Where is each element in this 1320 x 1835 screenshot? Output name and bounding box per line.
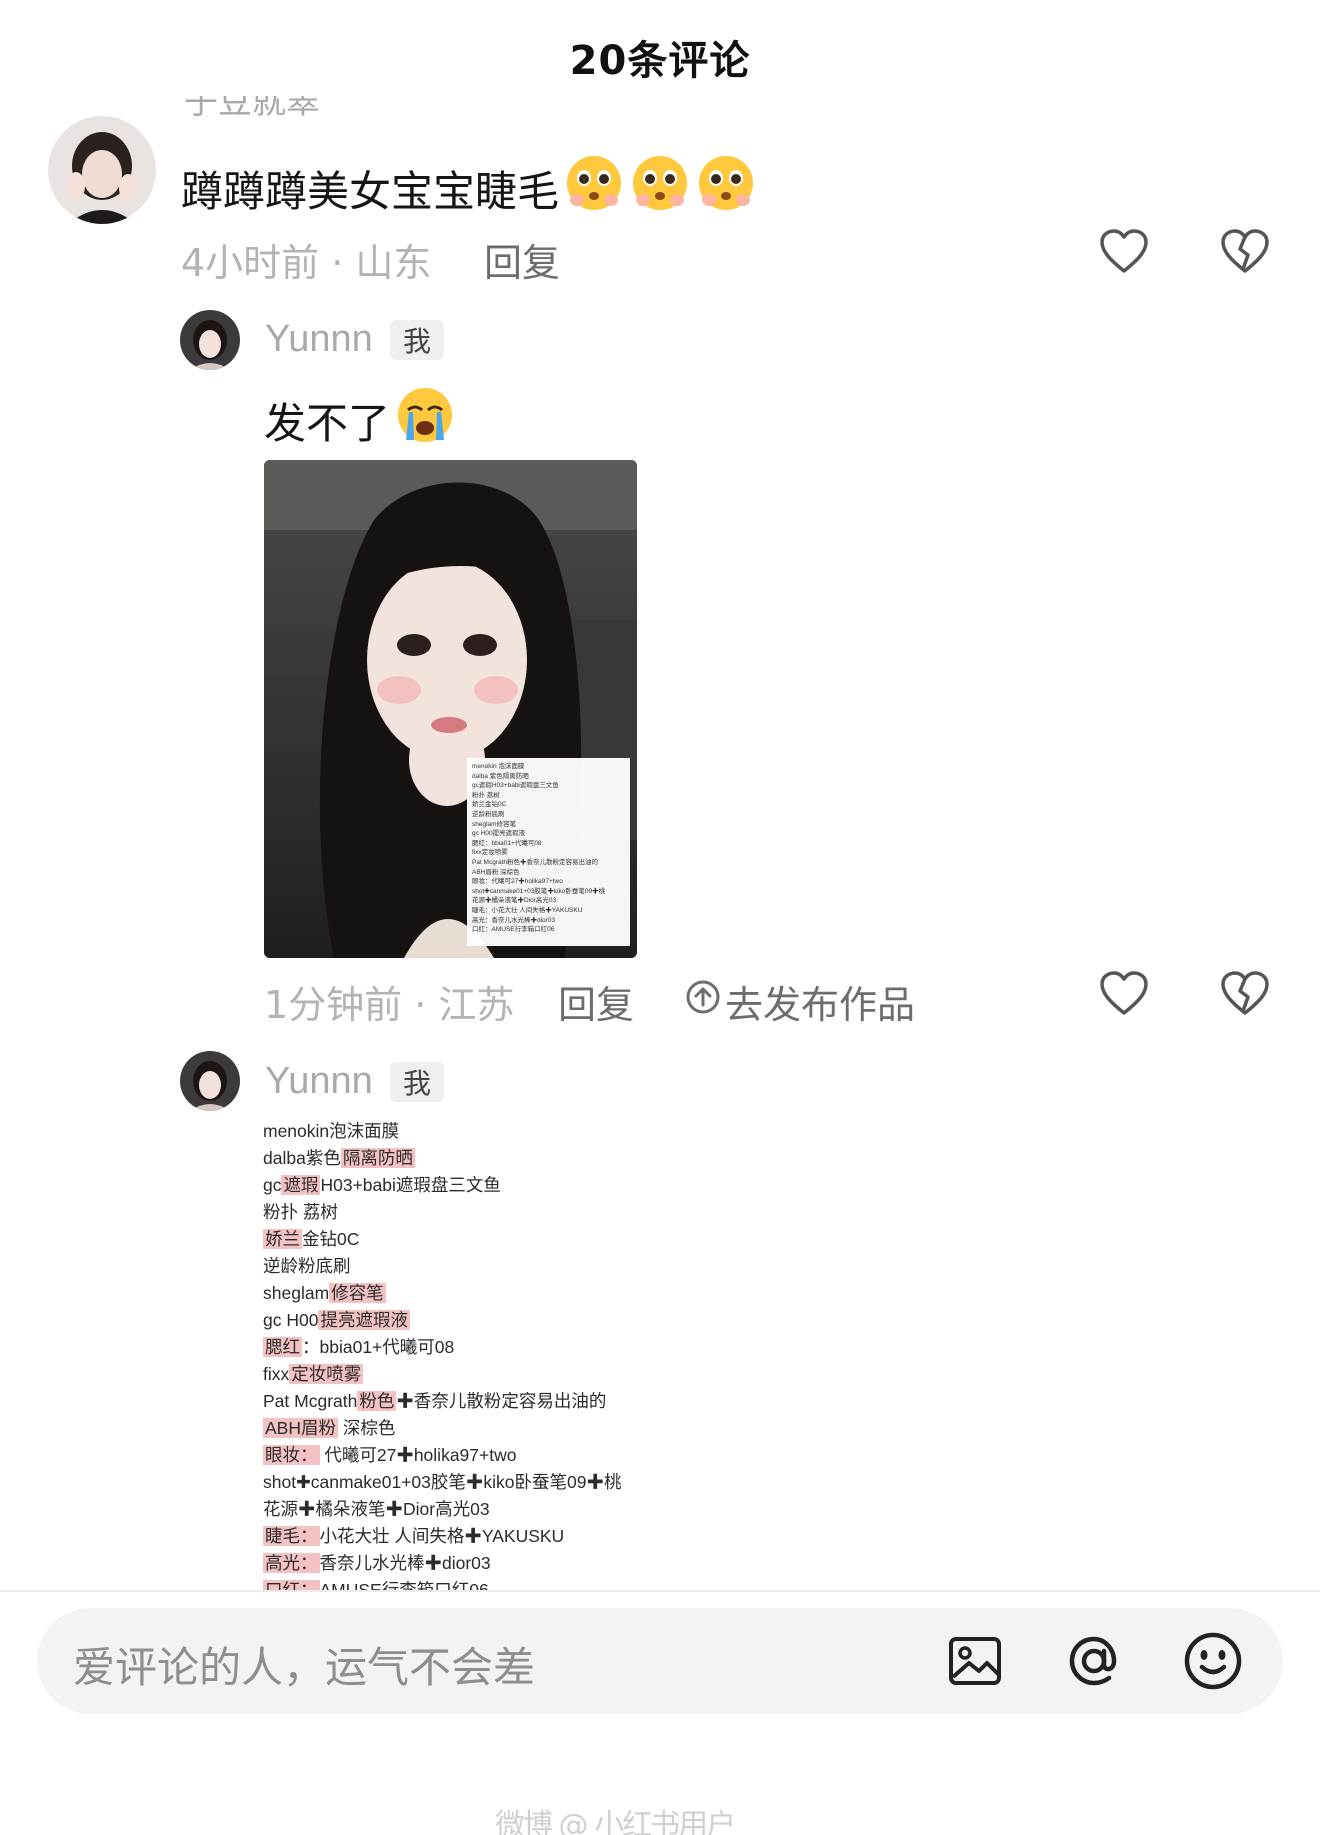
- emoji-smile-icon[interactable]: [1180, 1628, 1246, 1694]
- list-item: 高光： 香奈儿水光棒✚dior03: [263, 1553, 491, 1573]
- list-item: menokin泡沫面膜: [263, 1121, 400, 1141]
- comment-username[interactable]: 子豆就翠: [184, 96, 334, 124]
- heart-outline-icon[interactable]: [1096, 966, 1152, 1022]
- list-item: 逆龄粉底刷: [263, 1256, 351, 1276]
- avatar[interactable]: [180, 1051, 240, 1111]
- list-item: ABH眉粉 深棕色: [263, 1418, 396, 1438]
- emoji-pleading-icon: [563, 152, 625, 224]
- list-item: dalba紫色 隔离防晒: [263, 1148, 415, 1168]
- me-badge: 我: [390, 1062, 444, 1102]
- list-item: shot✚canmake01+03胶笔✚kiko卧蚕笔09✚桃: [263, 1472, 622, 1492]
- reply-button[interactable]: 回复: [558, 974, 634, 1029]
- list-item: 口红： AMUSE行李箱口红06: [263, 1577, 489, 1590]
- list-item: 粉扑 荔树: [263, 1202, 338, 1222]
- reply-button[interactable]: 回复: [484, 232, 560, 287]
- list-item: gc 遮瑕 H03+babi遮瑕盘三文鱼: [263, 1175, 501, 1195]
- reply-image-list[interactable]: menokin泡沫面膜 dalba紫色 隔离防晒 gc 遮瑕 H03+babi遮瑕盘三…: [263, 1118, 639, 1590]
- list-item: 腮红 ：bbia01+代曦可08: [263, 1337, 455, 1357]
- me-badge: 我: [390, 320, 444, 360]
- list-item: fixx 定妆喷雾: [263, 1364, 364, 1384]
- comment-input[interactable]: 爱评论的人，运气不会差: [37, 1608, 1283, 1714]
- reply-photo[interactable]: menokin 泡沫面膜 dalba 紫色隔离防晒 gc遮瑕H03+babi遮瑕…: [264, 460, 637, 958]
- publish-work-link[interactable]: 去发布作品: [685, 974, 915, 1029]
- image-icon[interactable]: [942, 1628, 1008, 1694]
- emoji-pleading-icon: [629, 152, 691, 224]
- list-item: 眼妆： 代曦可27✚holika97+two: [263, 1445, 517, 1465]
- avatar[interactable]: [48, 116, 156, 224]
- comment-meta: 4小时前 · 山东: [181, 241, 432, 285]
- upload-circle-icon: [685, 979, 721, 1024]
- reply-meta: 1分钟前 · 江苏: [264, 983, 515, 1027]
- heart-outline-icon[interactable]: [1096, 224, 1152, 280]
- avatar[interactable]: [180, 310, 240, 370]
- list-item: sheglam 修容笔: [263, 1283, 386, 1303]
- emoji-crying-icon: [394, 384, 456, 456]
- broken-heart-icon[interactable]: [1217, 224, 1273, 280]
- list-item: 娇兰 金钻0C: [263, 1229, 360, 1249]
- reply-text: 发不了: [264, 384, 456, 456]
- comment-text: 蹲蹲蹲美女宝宝睫毛: [181, 152, 757, 224]
- at-mention-icon[interactable]: [1061, 1628, 1127, 1694]
- list-item: 花源✚橘朵液笔✚Dior高光03: [263, 1499, 490, 1519]
- divider: [0, 1590, 1320, 1592]
- broken-heart-icon[interactable]: [1217, 966, 1273, 1022]
- list-item: gc H00 提亮遮瑕液: [263, 1310, 410, 1330]
- reply-username[interactable]: Yunnn: [265, 1060, 373, 1103]
- emoji-pleading-icon: [695, 152, 757, 224]
- reply-username[interactable]: Yunnn: [265, 318, 373, 361]
- list-item: Pat Mcgrath 粉色 ✚香奈儿散粉定容易出油的: [263, 1391, 607, 1411]
- watermark: 微博 @ 小红书用户: [495, 1808, 736, 1835]
- comment-input-placeholder[interactable]: 爱评论的人，运气不会差: [73, 1634, 535, 1695]
- page-title: 20条评论: [569, 38, 751, 84]
- list-item: 睫毛： 小花大壮 人间失格✚YAKUSKU: [263, 1526, 565, 1546]
- photo-overlay-list: menokin 泡沫面膜 dalba 紫色隔离防晒 gc遮瑕H03+babi遮瑕…: [472, 763, 606, 934]
